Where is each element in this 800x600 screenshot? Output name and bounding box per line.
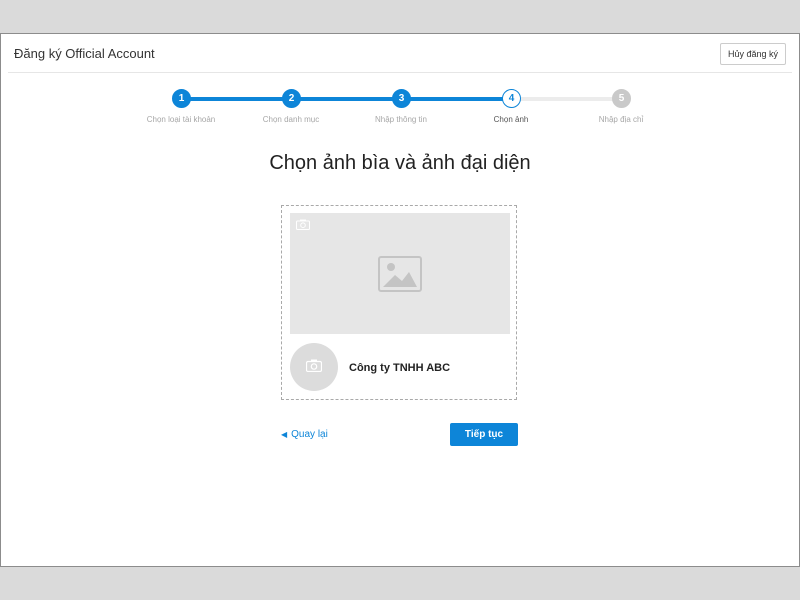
- continue-button[interactable]: Tiếp tục: [450, 423, 518, 446]
- registration-window: Đăng ký Official Account Hủy đăng ký 1 2…: [0, 33, 800, 567]
- camera-icon: [306, 359, 322, 372]
- cover-photo-upload[interactable]: [290, 213, 510, 334]
- step-connector-todo: [511, 97, 621, 101]
- step-5-circle: 5: [612, 89, 631, 108]
- back-button[interactable]: ◀ Quay lại: [281, 429, 328, 440]
- back-label: Quay lại: [291, 429, 328, 440]
- step-1-label: Chọn loại tài khoản: [146, 115, 216, 124]
- step-3-label: Nhập thông tin: [374, 115, 428, 124]
- step-4-circle: 4: [502, 89, 521, 108]
- company-name: Công ty TNHH ABC: [349, 362, 451, 374]
- caret-left-icon: ◀: [281, 430, 288, 439]
- step-4-label: Chọn ảnh: [493, 115, 529, 124]
- step-5-label: Nhập địa chỉ: [598, 115, 644, 124]
- main-heading: Chọn ảnh bìa và ảnh đại diện: [269, 152, 531, 174]
- image-placeholder-icon: [378, 256, 422, 292]
- step-connector-done: [181, 97, 511, 101]
- avatar-upload[interactable]: [290, 343, 338, 391]
- progress-stepper: 1 2 3 4 5 Chọn loại tài khoản Chọn danh …: [1, 34, 799, 134]
- step-1-circle: 1: [172, 89, 191, 108]
- step-3-circle: 3: [392, 89, 411, 108]
- step-2-label: Chọn danh mục: [262, 115, 320, 124]
- profile-preview: Công ty TNHH ABC: [281, 205, 517, 400]
- camera-icon[interactable]: [296, 219, 310, 230]
- step-2-circle: 2: [282, 89, 301, 108]
